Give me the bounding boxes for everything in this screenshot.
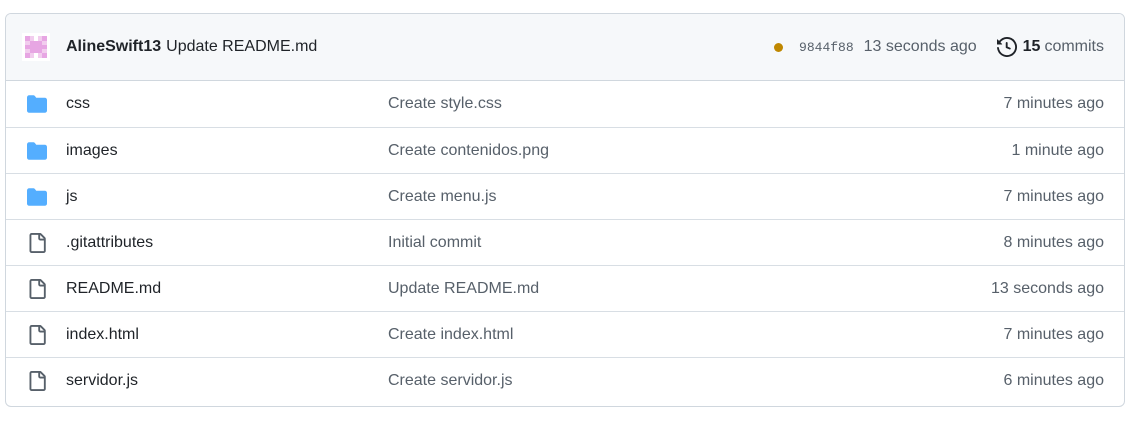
folder-icon bbox=[26, 93, 48, 115]
file-icon bbox=[26, 232, 48, 254]
file-commit-message[interactable]: Create style.css bbox=[388, 95, 1003, 113]
file-commit-time: 13 seconds ago bbox=[991, 279, 1104, 297]
file-row[interactable]: index.html Create index.html 7 minutes ago bbox=[6, 311, 1124, 357]
file-commit-time: 7 minutes ago bbox=[1003, 187, 1104, 205]
file-row[interactable]: servidor.js Create servidor.js 6 minutes a… bbox=[6, 357, 1124, 403]
file-name-link[interactable]: servidor.js bbox=[66, 372, 388, 390]
file-commit-time: 7 minutes ago bbox=[1003, 325, 1104, 343]
commit-time: 13 seconds ago bbox=[863, 38, 977, 55]
commit-sha[interactable]: 9844f88 bbox=[799, 40, 854, 55]
file-commit-message[interactable]: Create menu.js bbox=[388, 188, 1003, 206]
file-commit-message[interactable]: Update README.md bbox=[388, 280, 991, 298]
avatar[interactable] bbox=[22, 33, 50, 61]
file-row[interactable]: images Create contenidos.png 1 minute ago bbox=[6, 127, 1124, 173]
folder-icon bbox=[26, 186, 48, 208]
file-name-link[interactable]: css bbox=[66, 95, 388, 113]
latest-commit-bar: AlineSwift13 Update README.md 9844f88 13… bbox=[6, 14, 1124, 81]
status-dot-icon[interactable] bbox=[774, 42, 784, 52]
file-commit-time: 8 minutes ago bbox=[1003, 233, 1104, 251]
file-row[interactable]: css Create style.css 7 minutes ago bbox=[6, 81, 1124, 127]
file-commit-message[interactable]: Initial commit bbox=[388, 234, 1003, 252]
file-browser: AlineSwift13 Update README.md 9844f88 13… bbox=[5, 13, 1125, 407]
file-name-link[interactable]: js bbox=[66, 188, 388, 206]
history-icon bbox=[996, 37, 1017, 57]
file-icon bbox=[26, 370, 48, 392]
commits-label: commits bbox=[1044, 38, 1104, 55]
file-commit-message[interactable]: Create servidor.js bbox=[388, 372, 1003, 390]
commits-link[interactable]: 15 commits bbox=[996, 37, 1104, 57]
file-icon bbox=[26, 278, 48, 300]
file-name-link[interactable]: README.md bbox=[66, 280, 388, 298]
folder-icon bbox=[26, 140, 48, 162]
file-commit-time: 7 minutes ago bbox=[1003, 95, 1104, 112]
file-commit-message[interactable]: Create index.html bbox=[388, 326, 1003, 344]
file-name-link[interactable]: .gitattributes bbox=[66, 234, 388, 252]
file-commit-time: 6 minutes ago bbox=[1003, 371, 1104, 389]
commit-message[interactable]: Update README.md bbox=[166, 38, 317, 56]
file-row[interactable]: js Create menu.js 7 minutes ago bbox=[6, 173, 1124, 219]
file-list: css Create style.css 7 minutes ago images Cr… bbox=[6, 81, 1124, 403]
commit-count: 15 bbox=[1022, 38, 1041, 55]
file-name-link[interactable]: images bbox=[66, 142, 388, 160]
file-name-link[interactable]: index.html bbox=[66, 326, 388, 344]
file-icon bbox=[26, 324, 48, 346]
file-row[interactable]: .gitattributes Initial commit 8 minutes ag… bbox=[6, 219, 1124, 265]
file-commit-time: 1 minute ago bbox=[1011, 141, 1104, 159]
file-row[interactable]: README.md Update README.md 13 seconds ago bbox=[6, 265, 1124, 311]
commit-author[interactable]: AlineSwift13 bbox=[66, 38, 161, 56]
file-commit-message[interactable]: Create contenidos.png bbox=[388, 142, 1011, 160]
